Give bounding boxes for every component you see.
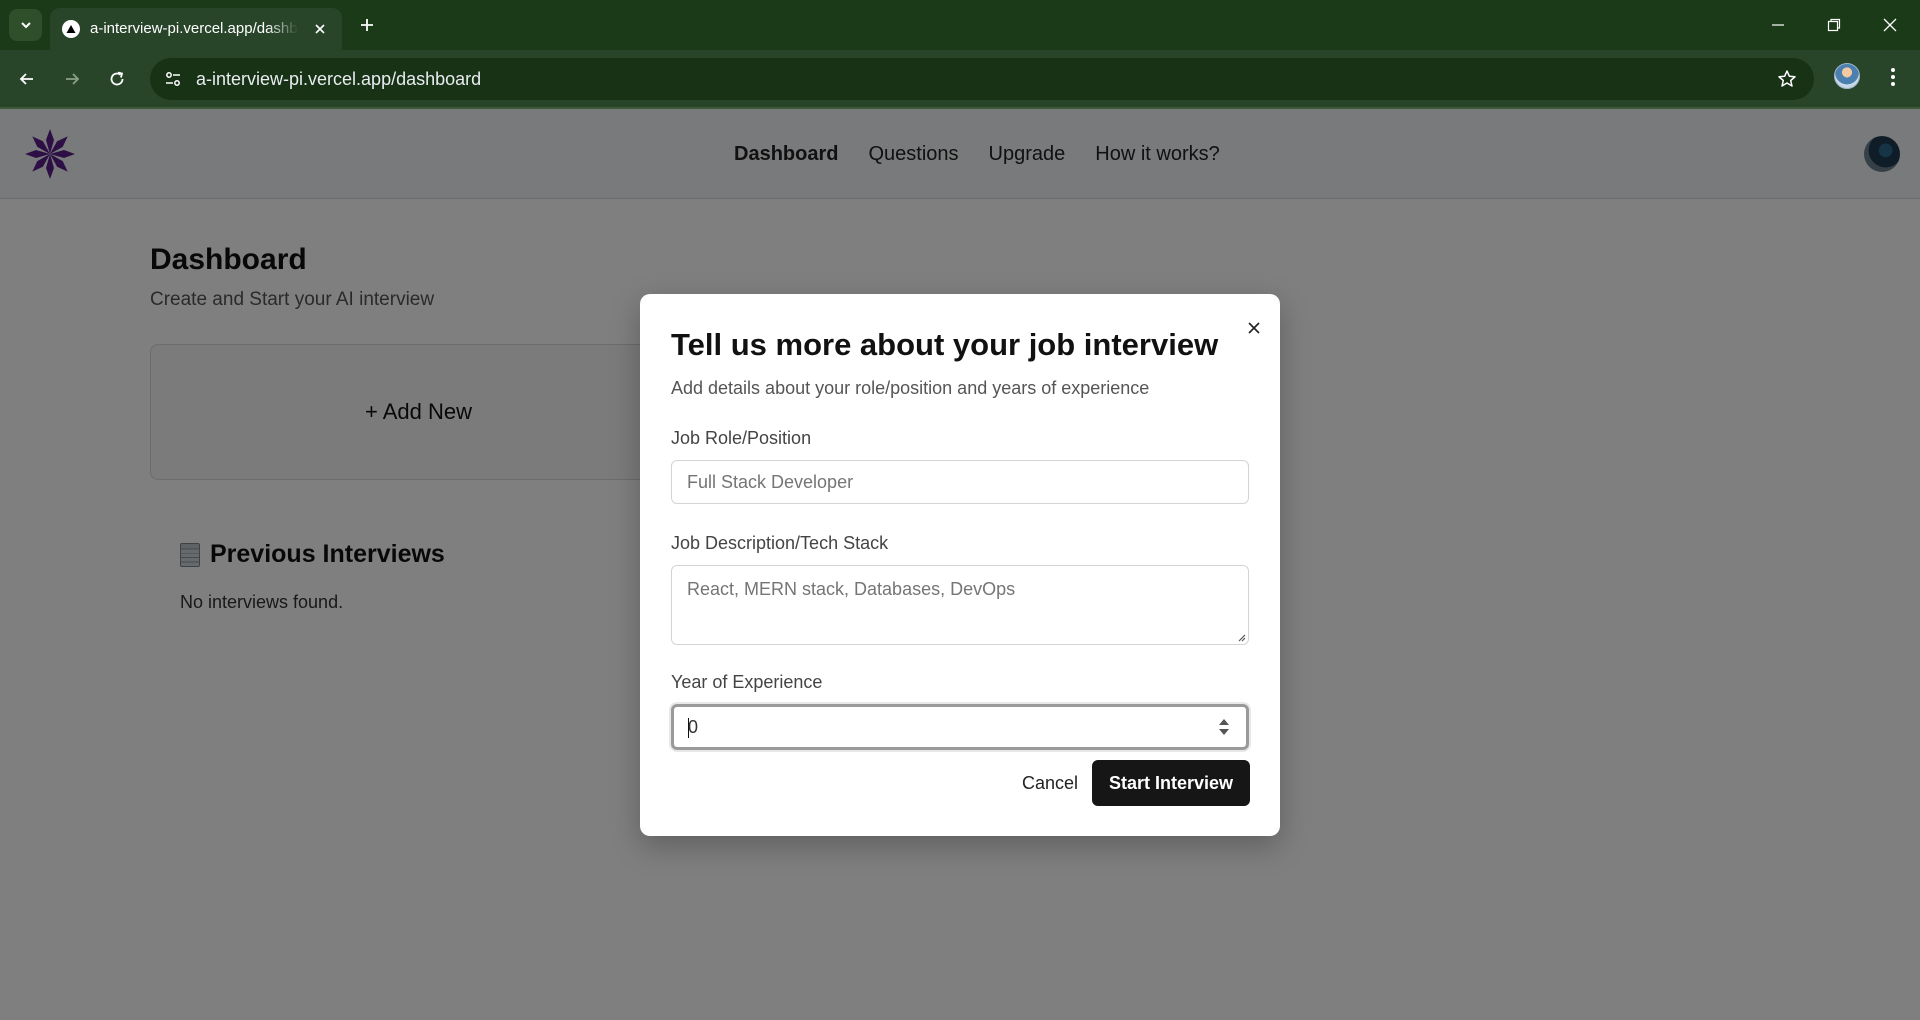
minimize-button[interactable]: [1758, 10, 1798, 40]
plus-icon: [361, 19, 373, 31]
back-button[interactable]: [10, 62, 44, 96]
url-text[interactable]: a-interview-pi.vercel.app/dashboard: [196, 69, 481, 90]
minimize-icon: [1772, 24, 1784, 26]
bookmark-button[interactable]: [1774, 66, 1800, 92]
browser-profile-avatar[interactable]: [1834, 63, 1860, 89]
arrow-left-icon: [19, 73, 33, 85]
reload-button[interactable]: [100, 62, 134, 96]
job-role-input[interactable]: [671, 460, 1249, 504]
tab-list-button[interactable]: [9, 9, 42, 41]
tab-title: a-interview-pi.vercel.app/dashb: [90, 20, 298, 37]
reload-icon: [110, 71, 124, 86]
new-tab-button[interactable]: [354, 12, 380, 38]
vercel-triangle-icon: [62, 20, 80, 38]
dialog-description: Add details about your role/position and…: [671, 378, 1150, 398]
star-icon: [1778, 70, 1796, 87]
close-window-button[interactable]: [1870, 10, 1910, 40]
job-interview-dialog: Tell us more about your job interview Ad…: [640, 294, 1280, 836]
restore-button[interactable]: [1814, 10, 1854, 40]
years-experience-input[interactable]: [671, 704, 1249, 750]
site-info-button[interactable]: [158, 64, 188, 94]
browser-toolbar: a-interview-pi.vercel.app/dashboard: [0, 50, 1920, 108]
close-icon: [1248, 322, 1260, 334]
restore-icon: [1827, 18, 1841, 32]
cancel-button[interactable]: Cancel: [992, 760, 1108, 806]
resize-grip-icon[interactable]: [1236, 632, 1246, 642]
kebab-menu-icon: [1891, 68, 1895, 86]
arrow-right-icon: [66, 73, 80, 85]
job-role-label: Job Role/Position: [671, 428, 812, 448]
browser-tab-bar: a-interview-pi.vercel.app/dashb: [0, 0, 1920, 50]
dialog-close-button[interactable]: [1240, 314, 1268, 342]
tune-icon: [166, 72, 180, 86]
start-interview-button[interactable]: Start Interview: [1092, 760, 1250, 806]
browser-menu-button[interactable]: [1880, 62, 1906, 92]
browser-tab[interactable]: a-interview-pi.vercel.app/dashb: [50, 8, 342, 50]
job-description-label: Job Description/Tech Stack: [671, 533, 889, 553]
years-experience-label: Year of Experience: [671, 672, 823, 692]
dialog-title: Tell us more about your job interview: [671, 327, 1219, 362]
chevron-down-icon: [20, 22, 31, 29]
job-description-textarea[interactable]: [671, 565, 1249, 645]
address-bar[interactable]: a-interview-pi.vercel.app/dashboard: [150, 58, 1814, 100]
close-icon: [1883, 18, 1897, 32]
text-caret: [688, 718, 689, 738]
tab-close-icon[interactable]: [310, 19, 330, 39]
forward-button[interactable]: [55, 62, 89, 96]
stepper-arrows-icon[interactable]: [1216, 714, 1232, 740]
